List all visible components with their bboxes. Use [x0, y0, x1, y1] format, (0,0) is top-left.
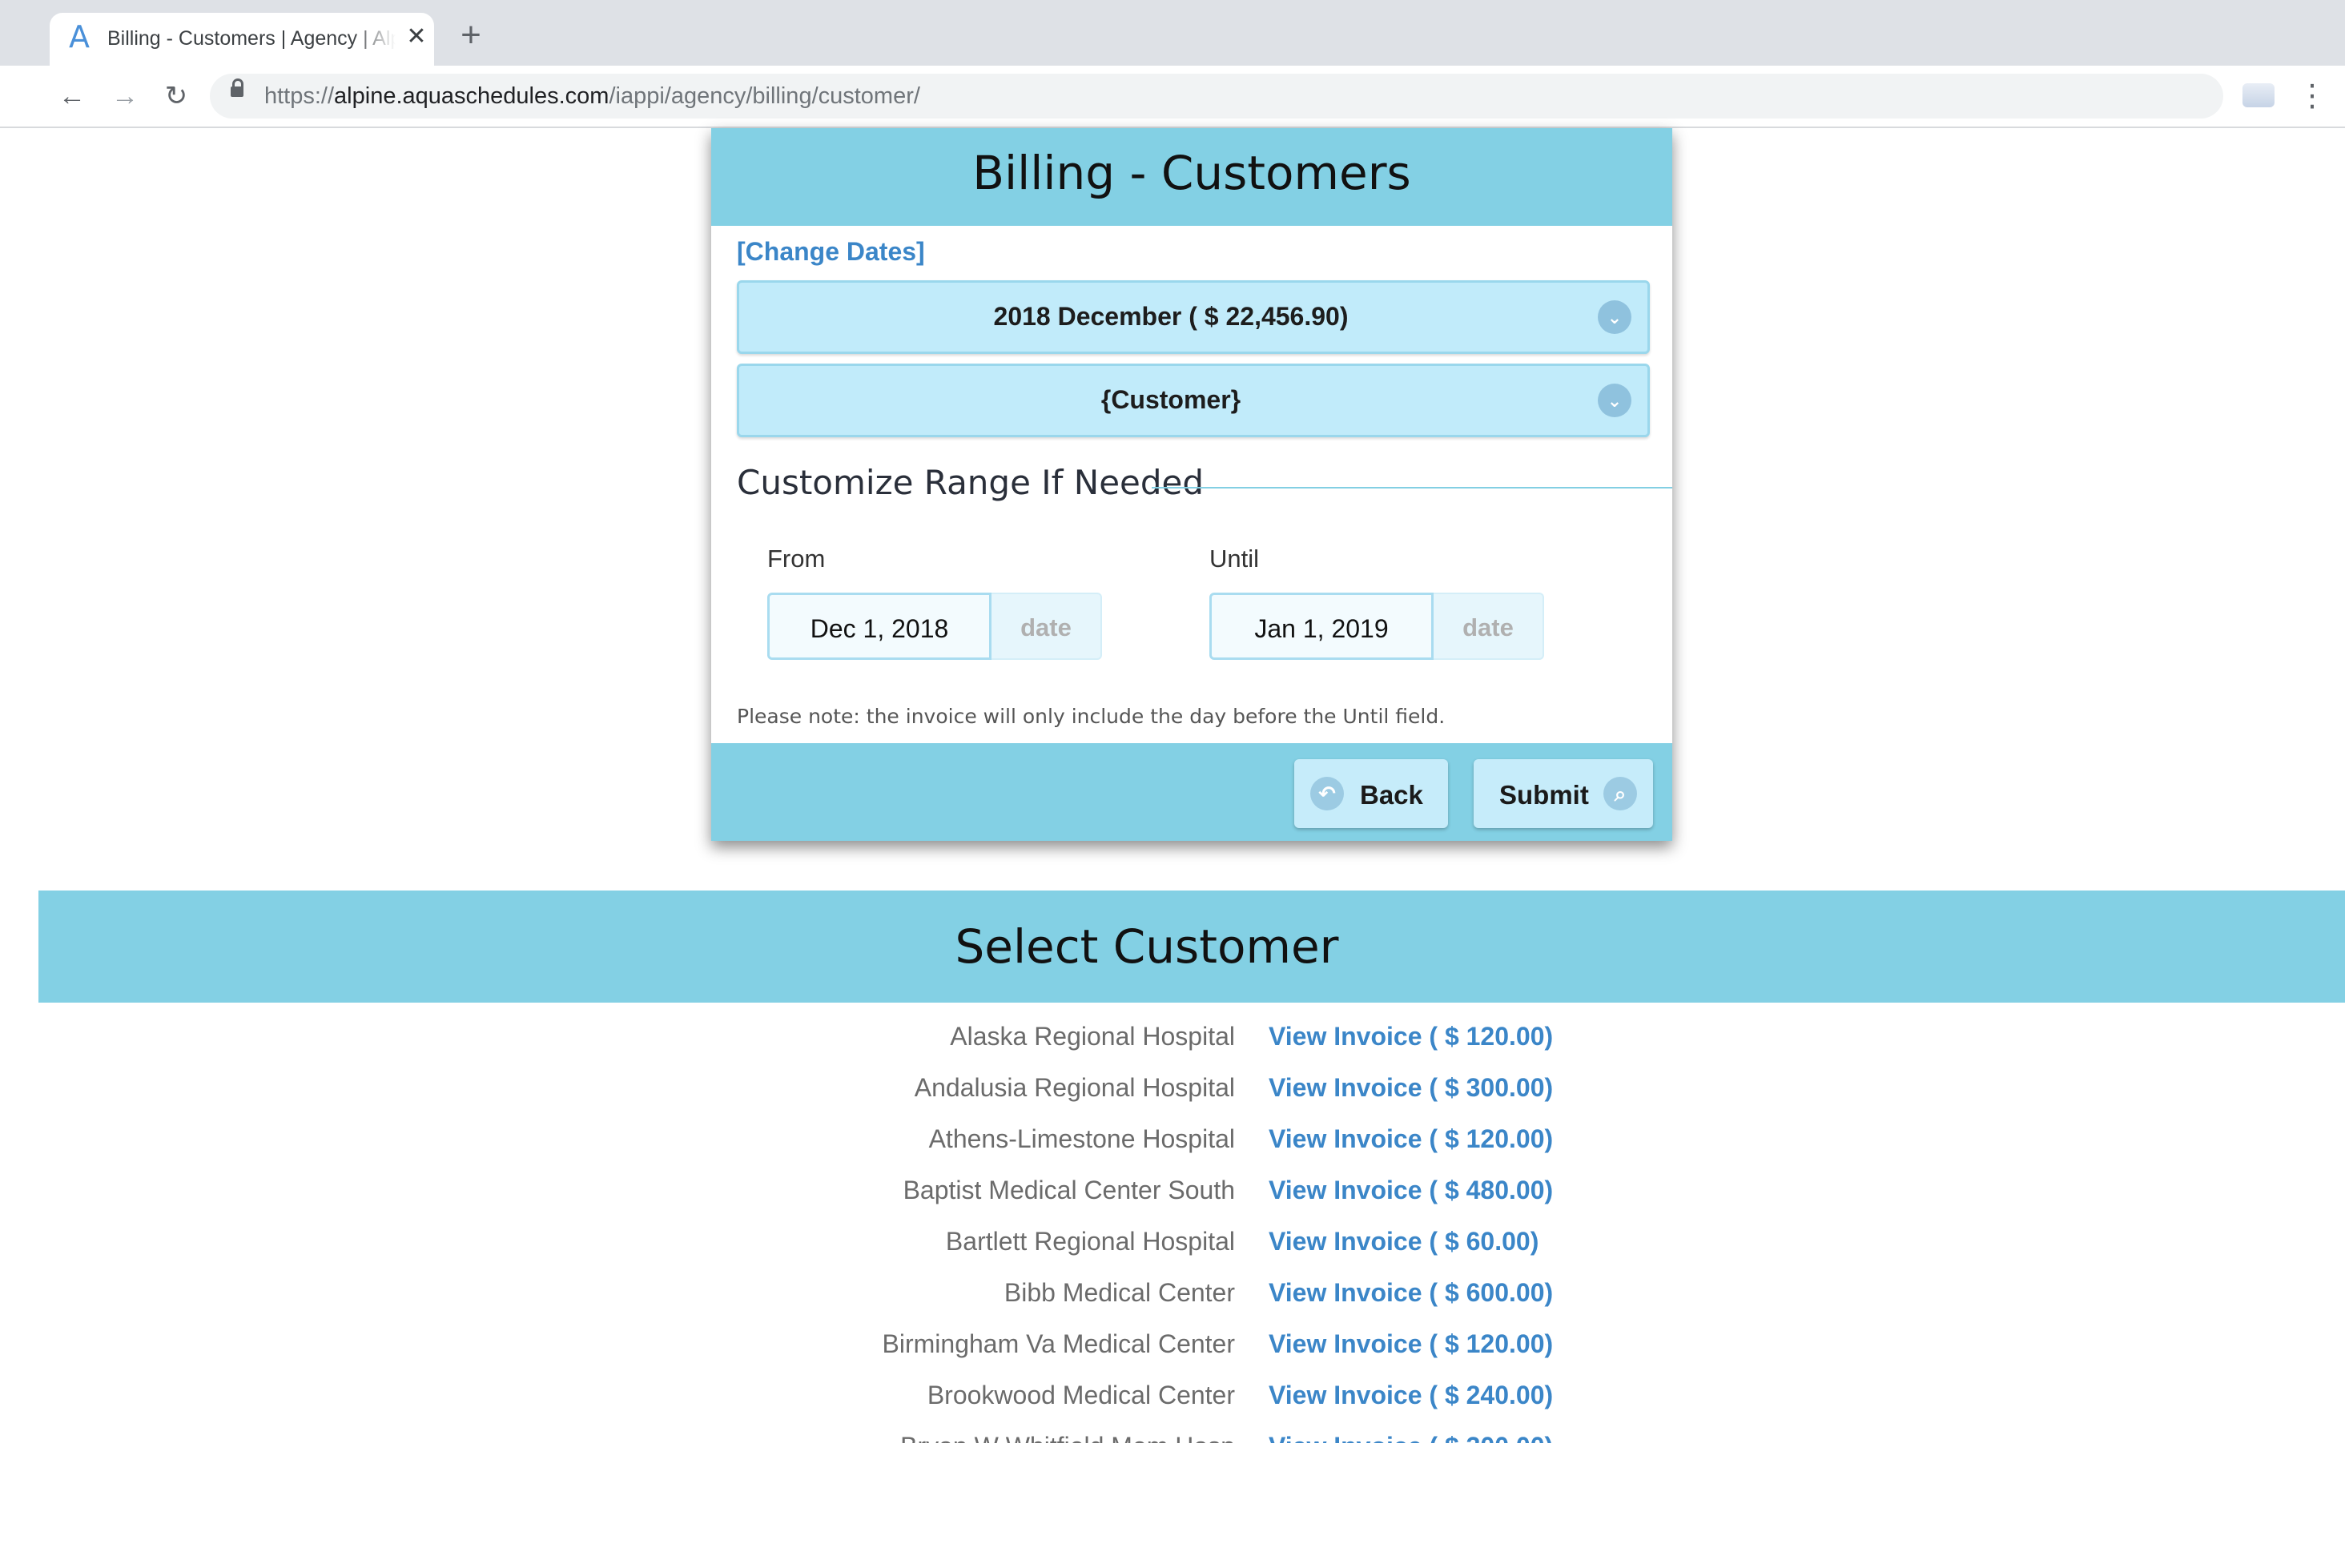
new-tab-icon[interactable]: + [453, 18, 489, 54]
undo-icon: ↶ [1310, 777, 1344, 810]
lock-icon [231, 78, 243, 97]
browser-tab-strip: A Billing - Customers | Agency | Alpine … [0, 0, 2345, 66]
change-dates-link[interactable]: [Change Dates] [737, 237, 925, 267]
until-date-input[interactable]: Jan 1, 2019 [1209, 593, 1434, 660]
view-invoice-link[interactable]: View Invoice ( $ 300.00) [1269, 1432, 1553, 1443]
customer-list: Alaska Regional Hospital View Invoice ( … [0, 1015, 2345, 1568]
reload-icon[interactable]: ↻ [160, 80, 192, 112]
view-invoice-link[interactable]: View Invoice ( $ 600.00) [1269, 1278, 1553, 1308]
view-invoice-link[interactable]: View Invoice ( $ 480.00) [1269, 1176, 1553, 1205]
browser-tab[interactable]: A Billing - Customers | Agency | Alpine … [50, 13, 434, 66]
extension-icon[interactable] [2242, 83, 2275, 107]
legend-divider [1152, 487, 1672, 488]
customer-name: Andalusia Regional Hospital [914, 1073, 1235, 1102]
url-text: https://alpine.aquaschedules.com/iappi/a… [264, 83, 920, 109]
browser-menu-icon[interactable]: ⋮ [2297, 77, 2327, 115]
site-favicon-icon: A [69, 19, 90, 54]
close-tab-icon[interactable]: ✕ [400, 21, 432, 53]
browser-toolbar: ← → ↻ https://alpine.aquaschedules.com/i… [0, 66, 2345, 128]
month-select[interactable]: 2018 December ( $ 22,456.90) ⌄ [737, 280, 1650, 354]
customer-name: Bibb Medical Center [1004, 1278, 1235, 1307]
view-invoice-link[interactable]: View Invoice ( $ 120.00) [1269, 1124, 1553, 1154]
month-select-value: 2018 December ( $ 22,456.90) [993, 302, 1349, 331]
list-item: Birmingham Va Medical Center View Invoic… [0, 1323, 2345, 1374]
billing-card-footer: ↶ Back Submit ⌕ [711, 743, 1672, 841]
view-invoice-link[interactable]: View Invoice ( $ 120.00) [1269, 1329, 1553, 1359]
list-item: Athens-Limestone Hospital View Invoice (… [0, 1118, 2345, 1169]
back-button[interactable]: ↶ Back [1294, 759, 1448, 828]
list-item: Andalusia Regional Hospital View Invoice… [0, 1067, 2345, 1118]
invoice-note: Please note: the invoice will only inclu… [737, 705, 1446, 728]
address-bar[interactable]: https://alpine.aquaschedules.com/iappi/a… [210, 74, 2223, 119]
section-title: Select Customer [955, 919, 1339, 974]
customer-name: Baptist Medical Center South [903, 1176, 1235, 1204]
list-item: Bryan W Whitfield Mem Hosp View Invoice … [0, 1425, 2345, 1443]
customer-name: Alaska Regional Hospital [950, 1022, 1235, 1051]
customer-select-value: {Customer} [1100, 385, 1241, 414]
forward-arrow-icon[interactable]: → [109, 80, 141, 112]
view-invoice-link[interactable]: View Invoice ( $ 300.00) [1269, 1073, 1553, 1103]
until-label: Until [1209, 545, 1260, 573]
from-date-value: Dec 1, 2018 [810, 614, 949, 643]
chevron-down-icon: ⌄ [1598, 384, 1631, 417]
list-item: Brookwood Medical Center View Invoice ( … [0, 1374, 2345, 1425]
back-arrow-icon[interactable]: ← [56, 80, 88, 112]
view-invoice-link[interactable]: View Invoice ( $ 240.00) [1269, 1381, 1553, 1410]
customer-name: Birmingham Va Medical Center [882, 1329, 1235, 1358]
page-title: Billing - Customers [972, 146, 1411, 200]
from-date-addon: date [991, 593, 1102, 660]
view-invoice-link[interactable]: View Invoice ( $ 120.00) [1269, 1022, 1553, 1051]
customer-select[interactable]: {Customer} ⌄ [737, 364, 1650, 437]
list-item: Baptist Medical Center South View Invoic… [0, 1169, 2345, 1220]
customer-name: Bartlett Regional Hospital [945, 1227, 1235, 1256]
list-item: Bibb Medical Center View Invoice ( $ 600… [0, 1272, 2345, 1323]
customer-name: Bryan W Whitfield Mem Hosp [900, 1432, 1235, 1443]
customer-name: Athens-Limestone Hospital [928, 1124, 1235, 1153]
until-date-value: Jan 1, 2019 [1254, 614, 1389, 643]
until-date-addon: date [1434, 593, 1544, 660]
from-date-input[interactable]: Dec 1, 2018 [767, 593, 991, 660]
tab-title: Billing - Customers | Agency | Alpine [107, 27, 396, 50]
range-legend: Customize Range If Needed [737, 463, 1205, 502]
customer-name: Brookwood Medical Center [927, 1381, 1235, 1409]
billing-card-header: Billing - Customers [711, 128, 1672, 226]
chevron-down-icon: ⌄ [1598, 300, 1631, 334]
search-icon: ⌕ [1603, 777, 1637, 810]
page-content: Billing - Customers [Change Dates] 2018 … [0, 128, 2345, 1486]
submit-button[interactable]: Submit ⌕ [1474, 759, 1653, 828]
view-invoice-link[interactable]: View Invoice ( $ 60.00) [1269, 1227, 1539, 1256]
billing-card: Billing - Customers [Change Dates] 2018 … [711, 128, 1672, 841]
list-item: Bartlett Regional Hospital View Invoice … [0, 1220, 2345, 1272]
from-label: From [767, 545, 826, 573]
list-item: Alaska Regional Hospital View Invoice ( … [0, 1015, 2345, 1067]
select-customer-header: Select Customer [38, 891, 2345, 1003]
